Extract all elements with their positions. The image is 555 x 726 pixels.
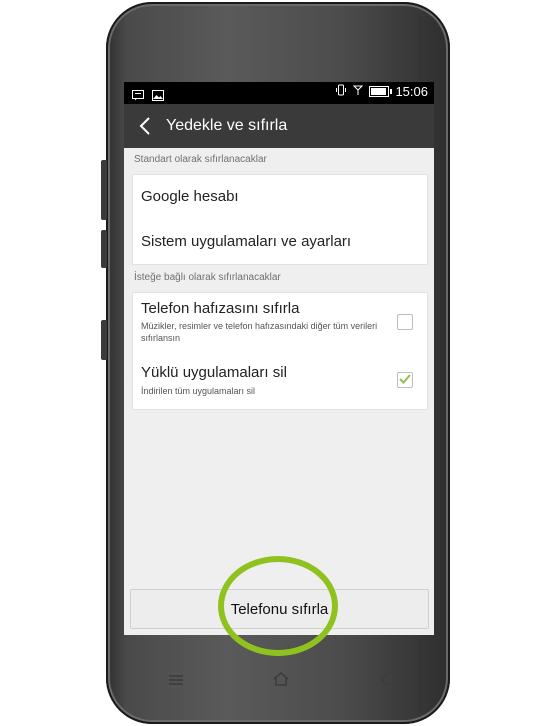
list-item-description: Müzikler, resimler ve telefon hafızasınd… <box>141 321 378 343</box>
home-icon[interactable] <box>272 671 290 690</box>
list-item-delete-installed-apps[interactable]: Yüklü uygulamaları sil İndirilen tüm uyg… <box>133 351 427 408</box>
app-bar: Yedekle ve sıfırla <box>124 104 434 148</box>
page-title: Yedekle ve sıfırla <box>166 117 288 134</box>
volume-up-button <box>101 160 107 220</box>
section-header-optional: İsteğe bağlı olarak sıfırlanacaklar <box>134 272 281 283</box>
delete-apps-checkbox[interactable] <box>397 372 413 388</box>
highlight-circle <box>218 556 338 656</box>
navigation-bar <box>124 660 434 700</box>
list-item-label: Yüklü uygulamaları sil <box>141 364 287 381</box>
signal-icon <box>353 84 364 99</box>
volume-down-button <box>101 230 107 268</box>
reset-storage-checkbox[interactable] <box>397 314 413 330</box>
list-item-system-apps: Sistem uygulamaları ve ayarları <box>133 219 427 263</box>
clock: 15:06 <box>395 84 428 99</box>
message-icon <box>132 86 144 105</box>
list-item-label: Google hesabı <box>141 188 239 205</box>
screen: 15:06 Yedekle ve sıfırla Standart olarak… <box>124 82 434 635</box>
list-item-google-account: Google hesabı <box>133 175 427 220</box>
section-header-standard: Standart olarak sıfırlanacaklar <box>134 154 267 165</box>
standard-items-card: Google hesabı Sistem uygulamaları ve aya… <box>132 174 428 265</box>
power-button <box>101 320 107 360</box>
status-bar: 15:06 <box>124 82 434 104</box>
list-item-description: İndirilen tüm uygulamaları sil <box>141 386 256 396</box>
list-item-label: Sistem uygulamaları ve ayarları <box>141 233 352 250</box>
image-icon <box>152 86 164 105</box>
nav-back-icon[interactable] <box>378 671 390 690</box>
back-arrow-icon[interactable] <box>130 104 160 148</box>
vibrate-icon <box>335 84 347 99</box>
optional-items-card: Telefon hafızasını sıfırla Müzikler, res… <box>132 292 428 410</box>
list-item-reset-phone-storage[interactable]: Telefon hafızasını sıfırla Müzikler, res… <box>133 293 427 352</box>
battery-icon <box>369 86 393 97</box>
check-icon <box>399 374 411 384</box>
menu-icon[interactable] <box>168 671 184 690</box>
list-item-label: Telefon hafızasını sıfırla <box>141 300 300 317</box>
